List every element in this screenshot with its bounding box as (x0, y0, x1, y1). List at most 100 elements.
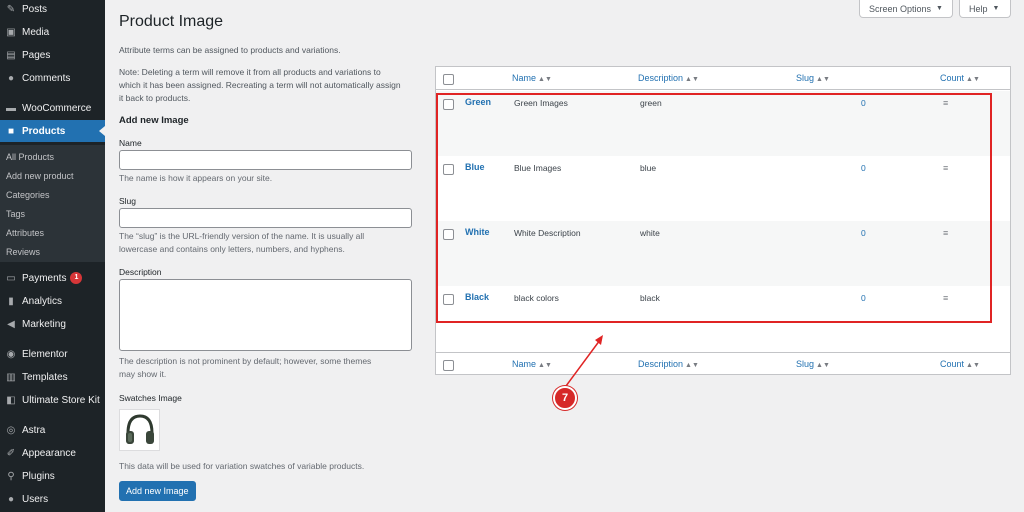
name-help: The name is how it appears on your site. (119, 173, 273, 183)
menu-label: Posts (22, 3, 48, 15)
templates-icon: ▥ (6, 371, 16, 383)
note-line-3: it back to products. (119, 93, 191, 103)
menu-ultimate-store-kit[interactable]: ◧ Ultimate Store Kit (0, 389, 105, 411)
menu-users[interactable]: ● Users (0, 488, 105, 510)
comments-icon: ● (7, 72, 15, 84)
plugins-icon: ⚲ (7, 470, 15, 482)
column-description-header[interactable]: Description ▲▼ (638, 73, 699, 83)
description-help-line-2: may show it. (119, 369, 167, 379)
menu-label: Products (22, 125, 66, 137)
menu-astra[interactable]: ◎ Astra (0, 419, 105, 441)
menu-appearance[interactable]: ✐ Appearance (0, 442, 105, 464)
column-label: Count (940, 359, 965, 369)
swatches-help: This data will be used for variation swa… (119, 461, 365, 471)
slug-field[interactable] (119, 208, 412, 228)
pages-icon: ▤ (6, 49, 16, 61)
column-description-footer[interactable]: Description ▲▼ (638, 359, 699, 369)
menu-label: Templates (22, 371, 68, 383)
submenu-categories[interactable]: Categories (6, 190, 50, 200)
column-label: Count (940, 73, 965, 83)
description-help-line-1: The description is not prominent by defa… (119, 356, 372, 366)
help-label: Help (969, 3, 988, 14)
elementor-icon: ◉ (6, 348, 16, 360)
form-heading: Add new Image (119, 115, 189, 126)
column-count-header[interactable]: Count ▲▼ (940, 73, 980, 83)
users-icon: ● (7, 493, 15, 505)
submenu-reviews[interactable]: Reviews (6, 247, 40, 257)
add-new-image-button[interactable]: Add new Image (119, 481, 196, 501)
astra-icon: ◎ (6, 424, 16, 436)
sort-icon: ▲▼ (538, 362, 552, 369)
description-field[interactable] (119, 279, 412, 351)
column-name-footer[interactable]: Name ▲▼ (512, 359, 552, 369)
sort-icon: ▲▼ (685, 76, 699, 83)
description-label: Description (119, 267, 162, 277)
menu-elementor[interactable]: ◉ Elementor (0, 343, 105, 365)
name-field[interactable] (119, 150, 412, 170)
menu-label: Ultimate Store Kit (22, 394, 100, 406)
screen-options-button[interactable]: Screen Options ▼ (859, 0, 953, 18)
menu-pages[interactable]: ▤ Pages (0, 44, 105, 66)
sort-icon: ▲▼ (538, 76, 552, 83)
menu-payments[interactable]: ▭ Payments 1 (0, 267, 105, 289)
media-icon: ▣ (6, 26, 16, 38)
analytics-icon: ▮ (8, 295, 14, 307)
table-header: Name ▲▼ Description ▲▼ Slug ▲▼ Count ▲▼ (436, 67, 1010, 90)
column-slug-footer[interactable]: Slug ▲▼ (796, 359, 830, 369)
menu-label: Users (22, 493, 49, 505)
menu-posts[interactable]: ✎ Posts (0, 0, 105, 20)
sort-icon: ▲▼ (685, 362, 699, 369)
menu-label: Appearance (22, 447, 76, 459)
swatches-label: Swatches Image (119, 393, 182, 403)
slug-label: Slug (119, 196, 137, 206)
column-label: Name (512, 73, 537, 83)
pin-icon: ✎ (6, 3, 16, 15)
slug-help-line-1: The “slug” is the URL-friendly version o… (119, 231, 365, 241)
name-label: Name (119, 138, 142, 148)
menu-label: Astra (22, 424, 46, 436)
caret-down-icon: ▼ (992, 5, 1000, 12)
column-slug-header[interactable]: Slug ▲▼ (796, 73, 830, 83)
caret-down-icon: ▼ (936, 5, 943, 12)
intro-text: Attribute terms can be assigned to produ… (119, 45, 341, 55)
note-line-1: Note: Deleting a term will remove it fro… (119, 67, 381, 77)
menu-marketing[interactable]: ◀ Marketing (0, 313, 105, 335)
column-name-header[interactable]: Name ▲▼ (512, 73, 552, 83)
page-title: Product Image (119, 13, 224, 30)
select-all-checkbox[interactable] (443, 360, 454, 371)
menu-templates[interactable]: ▥ Templates (0, 366, 105, 388)
sort-icon: ▲▼ (816, 362, 830, 369)
help-button[interactable]: Help ▼ (959, 0, 1011, 18)
products-icon: ■ (7, 125, 15, 137)
headphones-image (125, 414, 154, 444)
store-kit-icon: ◧ (6, 394, 16, 406)
menu-comments[interactable]: ● Comments (0, 67, 105, 89)
column-label: Slug (796, 73, 815, 83)
notification-badge: 1 (70, 272, 83, 284)
submenu-tags[interactable]: Tags (6, 209, 25, 219)
menu-label: Marketing (22, 318, 66, 330)
menu-label: Analytics (22, 295, 63, 307)
menu-label: Elementor (22, 348, 68, 360)
menu-woocommerce[interactable]: ▬ WooCommerce (0, 97, 105, 119)
select-all-checkbox[interactable] (443, 74, 454, 85)
column-label: Description (638, 73, 684, 83)
column-count-footer[interactable]: Count ▲▼ (940, 359, 980, 369)
column-label: Description (638, 359, 684, 369)
submenu-add-new-product[interactable]: Add new product (6, 171, 74, 181)
menu-plugins[interactable]: ⚲ Plugins (0, 465, 105, 487)
menu-label: Media (22, 26, 50, 38)
annotation-highlight-box (436, 93, 992, 323)
marketing-icon: ◀ (7, 318, 15, 330)
menu-analytics[interactable]: ▮ Analytics (0, 290, 105, 312)
submenu-attributes[interactable]: Attributes (6, 228, 44, 238)
slug-help-line-2: lowercase and contains only letters, num… (119, 244, 345, 254)
admin-sidebar: ✎ Posts ▣ Media ▤ Pages ● Comments ▬ WooComme… (0, 0, 105, 512)
submenu-all-products[interactable]: All Products (6, 152, 54, 162)
menu-label: Pages (22, 49, 51, 61)
menu-label: Comments (22, 72, 71, 84)
menu-media[interactable]: ▣ Media (0, 21, 105, 43)
sort-icon: ▲▼ (966, 362, 980, 369)
swatch-thumbnail[interactable] (119, 409, 160, 451)
menu-products[interactable]: ■ Products (0, 120, 105, 142)
